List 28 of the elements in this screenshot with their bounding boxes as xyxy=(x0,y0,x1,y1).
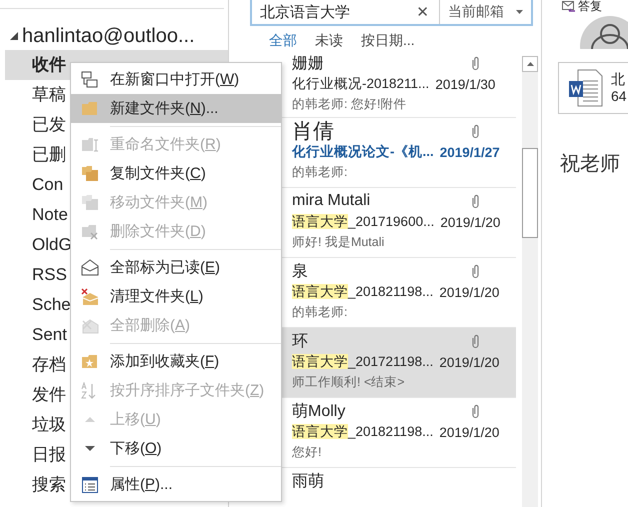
sender-name: mira Mutali xyxy=(292,192,370,210)
message-date: 2019/1/20 xyxy=(440,214,500,230)
message-body: 祝老师 xyxy=(560,152,621,177)
sender-name: 肖倩 xyxy=(292,119,334,144)
message-subject: 语言大学_201821198... xyxy=(292,283,434,301)
attachment-size: 64 xyxy=(611,88,627,105)
message-date: 2019/1/20 xyxy=(439,354,500,370)
message-preview: 师好! 我是Mutali xyxy=(292,234,386,251)
sender-name: 泉 xyxy=(292,262,308,282)
message-date: 2019/1/27 xyxy=(440,144,500,160)
sender-name: 雨萌 xyxy=(292,472,324,492)
message-preview: 的韩老师: xyxy=(292,164,348,181)
message-preview: 您好! xyxy=(292,444,322,461)
message-date: 2019/1/20 xyxy=(439,284,500,300)
message-subject: 化行业概况论文-《机... xyxy=(292,143,434,161)
sender-name: 环 xyxy=(292,332,308,352)
message-subject: 语言大学_201719600... xyxy=(292,213,434,231)
sender-name: 姗姗 xyxy=(292,54,324,74)
message-preview: 的韩老师: xyxy=(292,304,348,321)
sender-name: 萌Molly xyxy=(292,402,346,422)
message-subject: 化行业概况-2018211... xyxy=(292,75,430,93)
attachment-name: 北 xyxy=(611,71,626,88)
message-preview: 的韩老师: 您好!附件 xyxy=(292,96,408,113)
message-preview: 师工作顺利! <结束> xyxy=(292,374,406,391)
message-subject: 语言大学_201721198... xyxy=(292,353,434,371)
message-subject: 语言大学_201821198... xyxy=(292,423,434,441)
message-date: 2019/1/30 xyxy=(435,76,496,92)
message-date: 2019/1/20 xyxy=(439,424,500,440)
